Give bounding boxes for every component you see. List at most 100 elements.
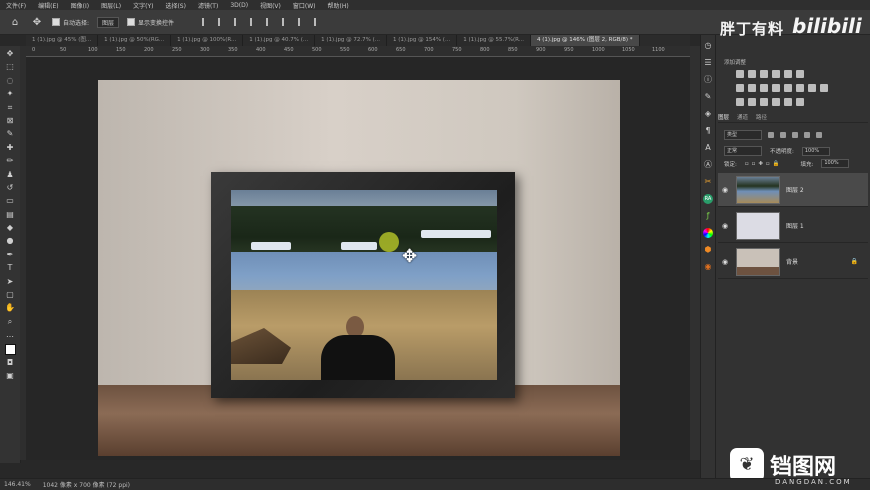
- auto-select-dropdown[interactable]: 图层: [97, 16, 120, 28]
- align-middle-icon[interactable]: [266, 18, 276, 26]
- history-icon[interactable]: ◷: [703, 41, 713, 51]
- tab-doc-3[interactable]: 1 (1).jpg @ 100%(R...: [171, 35, 244, 46]
- zoom-level[interactable]: 146.41%: [4, 481, 31, 488]
- tab-channels[interactable]: 通道: [737, 113, 748, 122]
- layer-name[interactable]: 图层 1: [786, 221, 804, 230]
- quick-mask-icon[interactable]: ◘: [5, 358, 15, 368]
- shadows-icon[interactable]: [760, 98, 768, 106]
- crop-icon[interactable]: ⌗: [5, 103, 15, 113]
- tab-doc-2[interactable]: 1 (1).jpg @ 50%(RG...: [98, 35, 172, 46]
- menu-edit[interactable]: 编辑(E): [32, 1, 64, 10]
- align-bottom-icon[interactable]: [282, 18, 292, 26]
- menu-layer[interactable]: 图层(L): [95, 1, 127, 10]
- tab-layers[interactable]: 图层: [718, 113, 729, 122]
- gradient-map-icon[interactable]: [736, 98, 744, 106]
- foreground-color-swatch[interactable]: [4, 343, 16, 355]
- character-icon[interactable]: A: [703, 143, 713, 153]
- hue-icon[interactable]: [796, 70, 804, 78]
- menu-help[interactable]: 帮助(H): [322, 1, 355, 10]
- distribute-icon[interactable]: [298, 18, 308, 26]
- move-tool-icon[interactable]: ✥: [30, 15, 44, 29]
- match-color-icon[interactable]: [796, 98, 804, 106]
- fill-field[interactable]: 100%: [821, 159, 850, 168]
- tools-icon[interactable]: ✂: [703, 177, 713, 187]
- checkbox-box[interactable]: [127, 18, 136, 26]
- move-icon[interactable]: ✥: [5, 49, 15, 59]
- visibility-eye-icon[interactable]: ◉: [722, 222, 730, 230]
- posterize-icon[interactable]: [808, 84, 816, 92]
- paragraph-icon[interactable]: ¶: [703, 126, 713, 136]
- frame-icon[interactable]: ⊠: [5, 116, 15, 126]
- layer-filter-select[interactable]: 类型: [724, 130, 762, 140]
- history-brush-icon[interactable]: ↺: [5, 183, 15, 193]
- plugin-logo-icon[interactable]: ◉: [703, 262, 713, 272]
- path-select-icon[interactable]: ➤: [5, 277, 15, 287]
- blend-mode-select[interactable]: 正常: [724, 146, 762, 156]
- shape-icon[interactable]: ▢: [5, 290, 15, 300]
- black-white-icon[interactable]: [748, 84, 756, 92]
- plugin-ra-icon[interactable]: RA: [703, 194, 713, 204]
- tab-doc-1[interactable]: 1 (1).jpg @ 45% (图...: [26, 35, 99, 46]
- properties-icon[interactable]: ☰: [703, 58, 713, 68]
- layer-row[interactable]: ◉ 背景 🔒: [718, 245, 868, 279]
- auto-select-checkbox[interactable]: 自动选择:: [52, 18, 89, 27]
- photo-filter-icon[interactable]: [760, 84, 768, 92]
- lock-icons[interactable]: ▫▫✚▫🔒: [745, 161, 783, 167]
- hand-icon[interactable]: ✋: [5, 303, 15, 313]
- threshold-icon[interactable]: [820, 84, 828, 92]
- tab-doc-4[interactable]: 1 (1).jpg @ 40.7% (...: [243, 35, 316, 46]
- channel-mixer-icon[interactable]: [772, 84, 780, 92]
- filter-adjust-icon[interactable]: [780, 132, 786, 138]
- brush-settings-icon[interactable]: ✎: [703, 92, 713, 102]
- layer-row[interactable]: ◉ 图层 2: [718, 173, 868, 207]
- tab-doc-active[interactable]: 4 (1).jpg @ 146% (图层 2, RGB/8) *: [531, 35, 640, 46]
- stamp-icon[interactable]: ♟: [5, 170, 15, 180]
- visibility-eye-icon[interactable]: ◉: [722, 258, 730, 266]
- home-icon[interactable]: ⌂: [8, 15, 22, 29]
- menu-image[interactable]: 图像(I): [65, 1, 95, 10]
- pen-icon[interactable]: ✒: [5, 250, 15, 260]
- menu-select[interactable]: 选择(S): [159, 1, 192, 10]
- desaturate-icon[interactable]: [784, 98, 792, 106]
- tab-doc-6[interactable]: 1 (1).jpg @ 154% (...: [387, 35, 458, 46]
- blur-icon[interactable]: ◆: [5, 223, 15, 233]
- tab-doc-7[interactable]: 1 (1).jpg @ 55.7%(R...: [457, 35, 531, 46]
- selective-color-icon[interactable]: [748, 98, 756, 106]
- menu-view[interactable]: 视图(V): [254, 1, 287, 10]
- transform-controls-checkbox[interactable]: 显示变换控件: [127, 18, 174, 27]
- plugin-green-icon[interactable]: ƒ: [703, 211, 713, 221]
- healing-icon[interactable]: ✚: [5, 143, 15, 153]
- gradient-icon[interactable]: ▤: [5, 210, 15, 220]
- curves-icon[interactable]: [760, 70, 768, 78]
- layer-name[interactable]: 背景: [786, 257, 798, 266]
- filter-shape-icon[interactable]: [804, 132, 810, 138]
- layer-row[interactable]: ◉ 图层 1: [718, 209, 868, 243]
- filter-smart-icon[interactable]: [816, 132, 822, 138]
- plugin-orange-icon[interactable]: ⬢: [703, 245, 713, 255]
- filter-type-icon[interactable]: [792, 132, 798, 138]
- zoom-icon[interactable]: ⌕: [5, 317, 15, 327]
- visibility-eye-icon[interactable]: ◉: [722, 186, 730, 194]
- eraser-icon[interactable]: ▭: [5, 196, 15, 206]
- align-right-icon[interactable]: [234, 18, 244, 26]
- color-lookup-icon[interactable]: [784, 84, 792, 92]
- tab-doc-5[interactable]: 1 (1).jpg @ 72.7% (...: [315, 35, 388, 46]
- type-icon[interactable]: T: [5, 263, 15, 273]
- invert-icon[interactable]: [796, 84, 804, 92]
- menu-3d[interactable]: 3D(D): [224, 2, 254, 9]
- align-left-icon[interactable]: [202, 18, 212, 26]
- menu-filter[interactable]: 滤镜(T): [192, 1, 224, 10]
- menu-type[interactable]: 文字(Y): [127, 1, 159, 10]
- eyedropper-icon[interactable]: ✎: [5, 129, 15, 139]
- magic-wand-icon[interactable]: ✦: [5, 89, 15, 99]
- opacity-field[interactable]: 100%: [801, 146, 830, 156]
- distribute-h-icon[interactable]: [314, 18, 324, 26]
- framed-landscape-photo[interactable]: [231, 190, 497, 380]
- align-center-icon[interactable]: [218, 18, 228, 26]
- align-top-icon[interactable]: [250, 18, 260, 26]
- screen-mode-icon[interactable]: ▣: [5, 371, 15, 381]
- glyphs-icon[interactable]: Ⓐ: [703, 160, 713, 170]
- plugin-color-wheel-icon[interactable]: [703, 228, 713, 238]
- more-tools-icon[interactable]: …: [5, 330, 15, 340]
- color-balance-icon[interactable]: [736, 84, 744, 92]
